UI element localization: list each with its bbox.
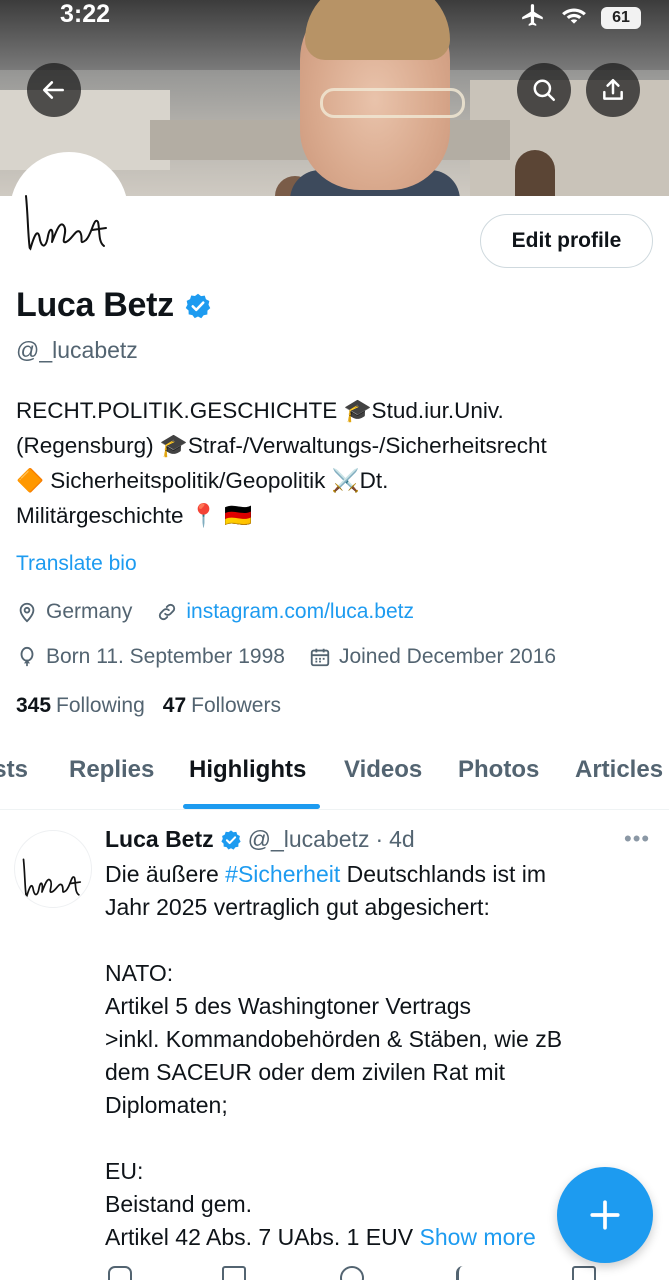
verified-badge-icon: [185, 293, 211, 318]
join-date: Joined December 2016: [309, 645, 556, 669]
plus-icon: [590, 1200, 620, 1230]
bio-line: RECHT.POLITIK.GESCHICHTE 🎓Stud.iur.Univ.: [16, 398, 504, 423]
tweet-header: Luca Betz @_lucabetz · 4d: [105, 826, 415, 853]
balloon-icon: [20, 646, 34, 667]
repost-icon[interactable]: [222, 1266, 246, 1280]
edit-profile-button[interactable]: Edit profile: [480, 214, 653, 268]
bio-line: Militärgeschichte 📍 🇩🇪: [16, 503, 253, 528]
battery-indicator: 61: [601, 6, 641, 29]
calendar-icon: [310, 648, 330, 667]
tweet-line: >inkl. Kommandobehörden & Stäben, wie zB: [105, 1026, 563, 1052]
birth-date-text: Born 11. September 1998: [46, 645, 285, 668]
arrow-left-icon: [42, 81, 64, 99]
tab-highlights[interactable]: Highlights: [189, 756, 306, 784]
tweet-line: Diplomaten;: [105, 1092, 228, 1118]
tweet-text-segment: Die äußere: [105, 861, 226, 887]
tab-articles[interactable]: Articles: [575, 756, 663, 784]
photo-glasses: [320, 88, 465, 118]
tweet-line: Jahr 2025 vertraglich gut abgesichert:: [105, 894, 490, 920]
wifi-icon: [561, 4, 587, 31]
back-button[interactable]: [27, 63, 81, 117]
tweet-line: [105, 1122, 645, 1155]
followers-label: Followers: [191, 694, 281, 717]
website-link[interactable]: instagram.com/luca.betz: [186, 600, 414, 624]
search-icon: [533, 79, 555, 101]
following-count: 345: [16, 694, 52, 717]
search-button[interactable]: [517, 63, 571, 117]
location: Germany: [16, 600, 132, 624]
profile-meta-row: Born 11. September 1998 Joined December …: [16, 645, 580, 669]
location-pin-icon: [19, 602, 35, 623]
photo-background-person: [515, 150, 555, 196]
translate-bio-link[interactable]: Translate bio: [16, 552, 137, 576]
views-icon[interactable]: [456, 1266, 480, 1280]
tweet-more-icon[interactable]: •••: [624, 826, 650, 852]
tab-posts[interactable]: Posts: [0, 756, 28, 784]
profile-meta-row: Germany instagram.com/luca.betz: [16, 600, 438, 624]
bookmark-icon[interactable]: [572, 1266, 596, 1280]
active-tab-indicator: [183, 804, 320, 809]
tab-videos[interactable]: Videos: [344, 756, 422, 784]
website[interactable]: instagram.com/luca.betz: [156, 600, 414, 624]
like-icon[interactable]: [340, 1266, 364, 1280]
tab-replies[interactable]: Replies: [69, 756, 154, 784]
photo-hair: [305, 0, 450, 60]
following-label: Following: [56, 694, 145, 717]
profile-bio: RECHT.POLITIK.GESCHICHTE 🎓Stud.iur.Univ.…: [16, 393, 656, 533]
follow-counts: 345 Following 47 Followers: [16, 694, 281, 718]
link-icon: [159, 603, 176, 621]
profile-avatar[interactable]: [10, 152, 128, 270]
verified-badge-icon: [221, 829, 241, 850]
reply-icon[interactable]: [108, 1266, 132, 1280]
followers-count: 47: [162, 694, 187, 717]
profile-name: Luca Betz: [16, 286, 174, 324]
tweet-line: NATO:: [105, 960, 174, 986]
signature-avatar-image: [25, 195, 107, 251]
tweet-text-segment: Artikel 42 Abs. 7 UAbs. 1 EUV: [105, 1224, 420, 1250]
tweet-time[interactable]: 4d: [389, 826, 415, 853]
show-more-link[interactable]: Show more: [419, 1224, 535, 1250]
tweet-avatar[interactable]: [14, 830, 92, 908]
share-button[interactable]: [586, 63, 640, 117]
status-icons: 61: [519, 2, 641, 33]
tweet-separator: ·: [375, 826, 384, 852]
tweet-author-handle[interactable]: @_lucabetz: [248, 826, 370, 853]
tweet-line: EU:: [105, 1158, 144, 1184]
status-time: 3:22: [60, 0, 111, 28]
profile-handle: @_lucabetz: [16, 337, 138, 363]
bio-line: (Regensburg) 🎓Straf-/Verwaltungs-/Sicher…: [16, 433, 547, 458]
tweet-line: [105, 924, 645, 957]
tweet-line: dem SACEUR oder dem zivilen Rat mit: [105, 1059, 506, 1085]
following-link[interactable]: 345 Following: [16, 694, 145, 718]
location-text: Germany: [46, 600, 133, 623]
tweet-text-segment: Deutschlands ist im: [340, 861, 547, 887]
compose-button[interactable]: [557, 1167, 653, 1263]
tweet-line: Die äußere #Sicherheit Deutschlands ist …: [105, 858, 645, 891]
tweet-actions: [0, 1266, 669, 1280]
birth-date: Born 11. September 1998: [16, 645, 285, 669]
tweet-line: Artikel 5 des Washingtoner Vertrags: [105, 993, 472, 1019]
hashtag-link[interactable]: #Sicherheit: [225, 861, 340, 887]
join-date-text: Joined December 2016: [338, 645, 557, 668]
bio-line: 🔶 Sicherheitspolitik/Geopolitik ⚔️Dt.: [16, 468, 389, 493]
share-icon: [603, 79, 623, 100]
profile-tabs: Posts Replies Highlights Videos Photos A…: [0, 740, 669, 810]
tab-photos[interactable]: Photos: [458, 756, 539, 784]
followers-link[interactable]: 47 Followers: [163, 694, 281, 718]
profile-name-row: Luca Betz: [16, 286, 212, 325]
signature-avatar-image: [22, 858, 82, 899]
airplane-icon: [519, 2, 547, 33]
tweet-author-name[interactable]: Luca Betz: [105, 826, 214, 853]
